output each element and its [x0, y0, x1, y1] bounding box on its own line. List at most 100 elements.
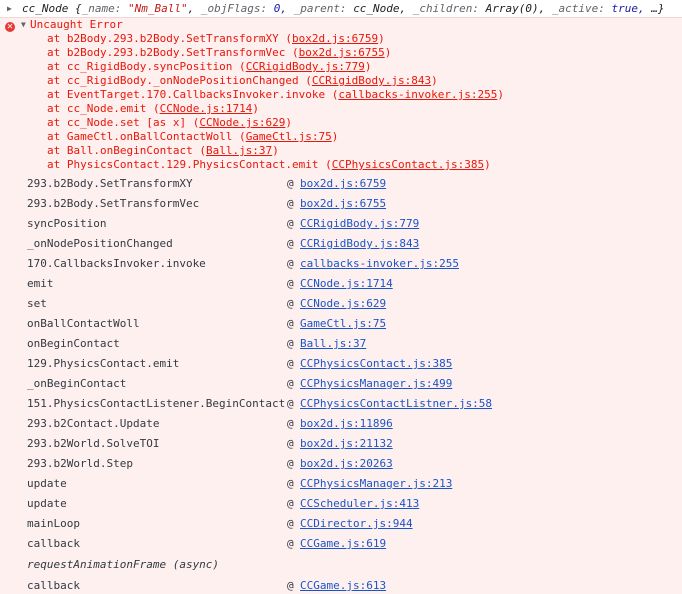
- expand-triangle-icon[interactable]: ▶: [7, 0, 12, 17]
- at-symbol: @: [287, 177, 294, 190]
- stack-source-link[interactable]: CCPhysicsManager.js:213: [300, 474, 452, 494]
- stack-function: callback: [27, 579, 80, 592]
- stack-row: mainLoop @ CCDirector.js:944: [0, 514, 682, 534]
- stack-function: 293.b2Body.SetTransformXY: [27, 177, 193, 190]
- frame-close: ): [378, 32, 385, 45]
- stack-function: _onBeginContact: [27, 377, 127, 390]
- stack-row: onBeginContact @ Ball.js:37: [0, 334, 682, 354]
- at-symbol: @: [287, 517, 294, 530]
- at-symbol: @: [287, 217, 294, 230]
- stack-function: _onNodePositionChanged: [27, 237, 173, 250]
- stack-source-link[interactable]: CCNode.js:629: [300, 294, 386, 314]
- stack-source-link[interactable]: CCRigidBody.js:779: [300, 214, 419, 234]
- frame-text: at cc_RigidBody._onNodePositionChanged (: [47, 74, 312, 87]
- collapse-triangle-icon[interactable]: ▼: [21, 18, 26, 32]
- stack-row: set @ CCNode.js:629: [0, 294, 682, 314]
- stack-function: 293.b2World.Step: [27, 457, 133, 470]
- stack-row: 151.PhysicsContactListener.BeginContact @…: [0, 394, 682, 414]
- at-symbol: @: [287, 357, 294, 370]
- stack-row: onBallContactWoll @ GameCtl.js:75: [0, 314, 682, 334]
- prop-children-key: _children:: [412, 2, 480, 15]
- error-title: Uncaught Error: [30, 18, 123, 31]
- frame-close: ): [285, 116, 293, 129]
- prop-active-value: true,: [611, 2, 645, 15]
- stack-source-link[interactable]: box2d.js:6759: [300, 174, 386, 194]
- frame-text: at GameCtl.onBallContactWoll (: [47, 130, 246, 143]
- stack-function: update: [27, 477, 67, 490]
- frame-close: ): [484, 158, 491, 171]
- frame-source-link[interactable]: box2d.js:6755: [299, 46, 385, 59]
- error-frame: at b2Body.293.b2Body.SetTransformVec (bo…: [30, 46, 682, 60]
- stack-source-link[interactable]: GameCtl.js:75: [300, 314, 386, 334]
- stack-source-link[interactable]: CCPhysicsManager.js:499: [300, 374, 452, 394]
- stack-function: callback: [27, 537, 80, 550]
- frame-source-link[interactable]: Ball.js:37: [206, 144, 272, 157]
- stack-source-link[interactable]: CCDirector.js:944: [300, 514, 413, 534]
- stack-row: _onNodePositionChanged @ CCRigidBody.js:84…: [0, 234, 682, 254]
- error-circle-icon: ✕: [5, 22, 15, 32]
- at-symbol: @: [287, 317, 294, 330]
- stack-row: 293.b2World.Step @ box2d.js:20263: [0, 454, 682, 474]
- stack-function: onBallContactWoll: [27, 317, 140, 330]
- frame-source-link[interactable]: CCNode.js:629: [199, 116, 285, 129]
- stack-function: mainLoop: [27, 517, 80, 530]
- stack-source-link[interactable]: callbacks-invoker.js:255: [300, 254, 459, 274]
- error-frame: at EventTarget.170.CallbacksInvoker.invo…: [30, 88, 682, 102]
- error-frame: at Ball.onBeginContact (Ball.js:37): [30, 144, 682, 158]
- stack-function: 151.PhysicsContactListener.BeginContact: [27, 397, 286, 410]
- at-symbol: @: [287, 277, 294, 290]
- at-symbol: @: [287, 337, 294, 350]
- stack-source-link[interactable]: CCPhysicsContact.js:385: [300, 354, 452, 374]
- frame-close: ): [384, 46, 392, 59]
- stack-source-link[interactable]: box2d.js:21132: [300, 434, 393, 454]
- frame-source-link[interactable]: CCNode.js:1714: [160, 102, 253, 115]
- error-frame: at cc_Node.set [as x] (CCNode.js:629): [30, 116, 682, 130]
- devtools-console: ▶ cc_Node {_name: "Nm_Ball", _objFlags: …: [0, 0, 682, 594]
- frame-close: ): [331, 130, 339, 143]
- object-tail: …}: [651, 2, 665, 15]
- prop-name-value: "Nm_Ball": [127, 2, 188, 15]
- frame-source-link[interactable]: CCRigidBody.js:843: [312, 74, 431, 87]
- stack-source-link[interactable]: box2d.js:20263: [300, 454, 393, 474]
- frame-close: ): [252, 102, 259, 115]
- at-symbol: @: [287, 197, 294, 210]
- frame-source-link[interactable]: callbacks-invoker.js:255: [338, 88, 497, 101]
- error-header[interactable]: ▼ Uncaught Error: [21, 18, 682, 32]
- stack-source-link[interactable]: box2d.js:6755: [300, 194, 386, 214]
- stack-source-link[interactable]: Ball.js:37: [300, 334, 366, 354]
- prop-parent-value: cc_Node,: [353, 2, 407, 15]
- stack-source-link[interactable]: CCGame.js:619: [300, 534, 386, 554]
- object-preview-line[interactable]: ▶ cc_Node {_name: "Nm_Ball", _objFlags: …: [0, 0, 682, 18]
- at-symbol: @: [287, 537, 294, 550]
- frame-source-link[interactable]: CCPhysicsContact.js:385: [332, 158, 484, 171]
- at-symbol: @: [287, 257, 294, 270]
- at-symbol: @: [287, 297, 294, 310]
- prop-parent-key: _parent:: [293, 2, 347, 15]
- error-frame: at cc_Node.emit (CCNode.js:1714): [30, 102, 682, 116]
- object-type: cc_Node: [22, 2, 69, 15]
- at-symbol: @: [287, 377, 294, 390]
- stack-source-link[interactable]: CCGame.js:613: [300, 576, 386, 594]
- stack-source-link[interactable]: CCPhysicsContactListner.js:58: [300, 394, 492, 414]
- stack-function: onBeginContact: [27, 337, 120, 350]
- at-symbol: @: [287, 497, 294, 510]
- stack-source-link[interactable]: box2d.js:11896: [300, 414, 393, 434]
- stack-function: 170.CallbacksInvoker.invoke: [27, 257, 206, 270]
- stack-source-link[interactable]: CCNode.js:1714: [300, 274, 393, 294]
- frame-source-link[interactable]: GameCtl.js:75: [246, 130, 332, 143]
- stack-row: update @ CCScheduler.js:413: [0, 494, 682, 514]
- stack-row: syncPosition @ CCRigidBody.js:779: [0, 214, 682, 234]
- frame-text: at PhysicsContact.129.PhysicsContact.emi…: [47, 158, 332, 171]
- stack-row: 293.b2World.SolveTOI @ box2d.js:21132: [0, 434, 682, 454]
- stack-function: emit: [27, 277, 54, 290]
- stack-source-link[interactable]: CCScheduler.js:413: [300, 494, 419, 514]
- frame-text: at cc_Node.set [as x] (: [47, 116, 200, 129]
- frame-source-link[interactable]: box2d.js:6759: [292, 32, 378, 45]
- frame-close: ): [431, 74, 438, 87]
- at-symbol: @: [287, 579, 294, 592]
- prop-flags-value: 0,: [273, 2, 287, 15]
- frame-source-link[interactable]: CCRigidBody.js:779: [246, 60, 365, 73]
- prop-active-key: _active:: [551, 2, 605, 15]
- stack-source-link[interactable]: CCRigidBody.js:843: [300, 234, 419, 254]
- stack-row: 293.b2Body.SetTransformXY @ box2d.js:6759: [0, 174, 682, 194]
